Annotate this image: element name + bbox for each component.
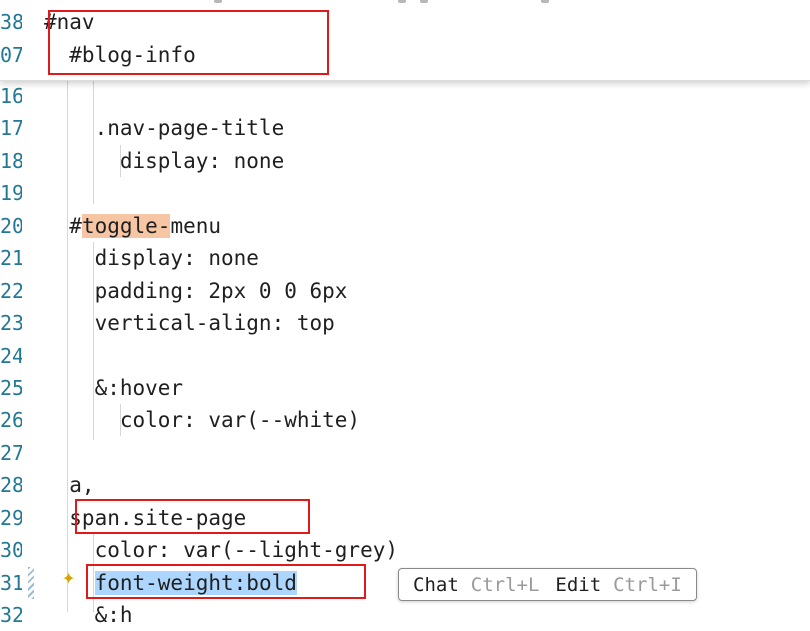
line-number: 32 bbox=[0, 603, 22, 627]
code-text: # bbox=[44, 214, 82, 238]
code-line[interactable]: color: var(--light-grey) bbox=[44, 534, 398, 566]
line-number: 21 bbox=[0, 246, 22, 270]
code-line[interactable]: #toggle-menu bbox=[44, 210, 221, 242]
line-number: 18 bbox=[0, 149, 22, 173]
code-line[interactable]: &:h bbox=[44, 599, 133, 631]
annotation-box-sticky bbox=[48, 10, 329, 75]
chat-shortcut: Ctrl+L bbox=[470, 573, 540, 596]
code-line[interactable]: &:hover bbox=[44, 372, 184, 404]
line-number: 20 bbox=[0, 214, 22, 238]
code-line[interactable]: color: var(--white) bbox=[44, 404, 360, 436]
chat-action[interactable]: Chat bbox=[413, 574, 459, 596]
top-overflow-strip bbox=[0, 0, 810, 4]
line-number: 25 bbox=[0, 376, 22, 400]
annotation-box-site-page bbox=[75, 499, 310, 534]
annotation-box-font-weight bbox=[86, 564, 366, 599]
edit-shortcut: Ctrl+I bbox=[613, 573, 682, 596]
line-number: 23 bbox=[0, 311, 22, 335]
code-line[interactable]: display: none bbox=[44, 145, 284, 177]
code-line[interactable]: padding: 2px 0 0 6px bbox=[44, 275, 348, 307]
line-number: 16 bbox=[0, 84, 22, 108]
line-number: 31 bbox=[0, 571, 22, 595]
line-number: 26 bbox=[0, 408, 22, 432]
line-number: 24 bbox=[0, 344, 22, 368]
code-line[interactable]: .nav-page-title bbox=[44, 112, 285, 144]
line-number: 07 bbox=[0, 43, 22, 67]
line-number: 38 bbox=[0, 10, 22, 34]
inline-action-hint: Chat Ctrl+L Edit Ctrl+I bbox=[398, 568, 697, 601]
code-line[interactable]: a, bbox=[44, 469, 94, 501]
code-line[interactable]: vertical-align: top bbox=[44, 307, 335, 339]
modified-line-indicator[interactable] bbox=[28, 567, 34, 599]
word-highlight: toggle- bbox=[81, 214, 171, 238]
sparkle-icon[interactable]: ✦ bbox=[62, 564, 75, 592]
line-number: 22 bbox=[0, 279, 22, 303]
code-text: menu bbox=[170, 214, 222, 238]
line-number: 29 bbox=[0, 506, 22, 530]
line-number: 19 bbox=[0, 181, 22, 205]
line-number: 30 bbox=[0, 538, 22, 562]
edit-action[interactable]: Edit bbox=[555, 574, 601, 596]
line-number: 27 bbox=[0, 441, 22, 465]
line-number: 28 bbox=[0, 473, 22, 497]
code-line[interactable]: display: none bbox=[44, 242, 259, 274]
line-number: 17 bbox=[0, 116, 22, 140]
